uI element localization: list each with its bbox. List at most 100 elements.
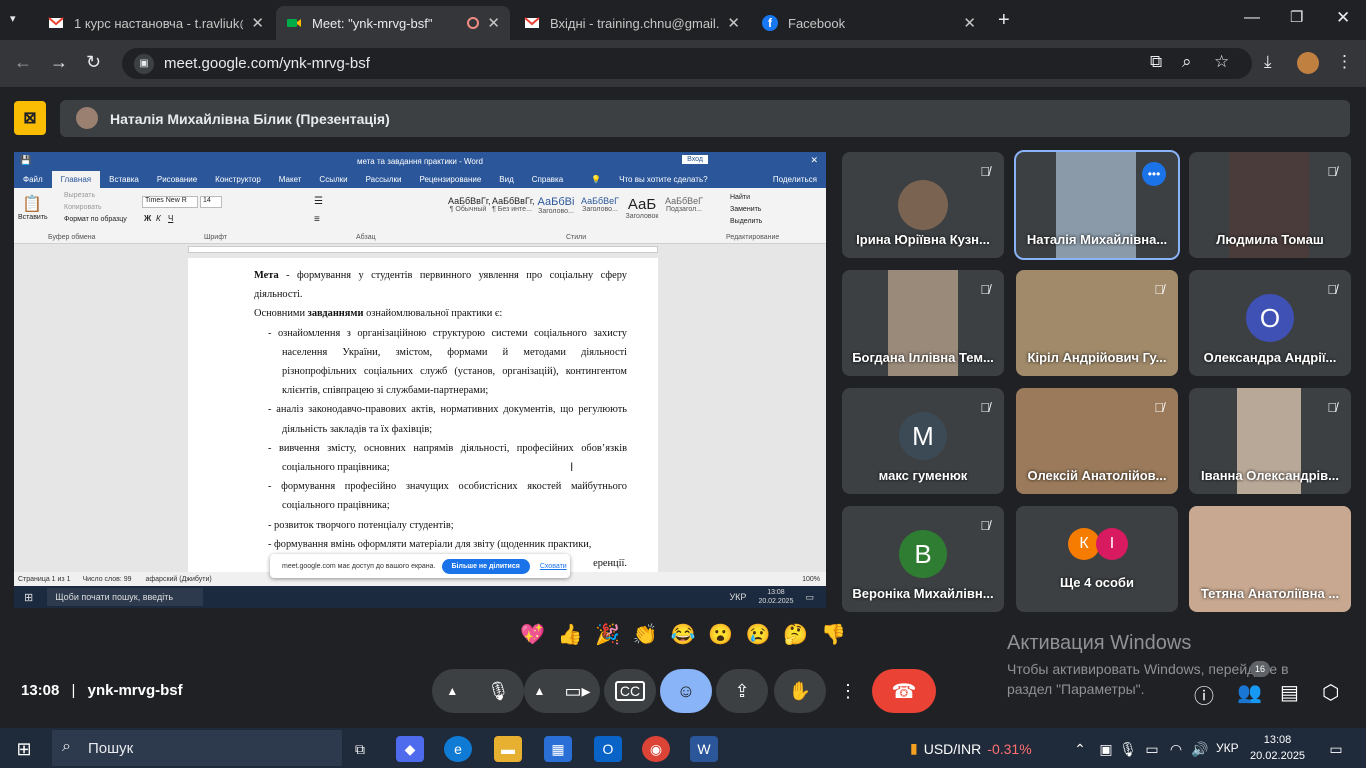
stop-sharing-button[interactable]: Більше не ділитися — [441, 558, 530, 574]
word-tab[interactable]: Рассылки — [357, 175, 411, 184]
camera-control[interactable]: ▲ ▭▸ — [524, 669, 600, 713]
activities-icon[interactable]: ⬡ — [1322, 680, 1339, 705]
people-icon[interactable]: 👥 — [1237, 680, 1262, 705]
bullets-icon[interactable]: ☰ — [314, 196, 323, 207]
end-call-button[interactable]: ☎ — [872, 669, 936, 713]
reaction-surprised[interactable]: 😮 — [708, 622, 733, 654]
align-icon[interactable]: ≡ — [314, 214, 320, 225]
reaction-party[interactable]: 🎉 — [595, 622, 620, 654]
reaction-clap[interactable]: 👏 — [633, 622, 658, 654]
format-painter-label[interactable]: Формат по образцу — [64, 216, 127, 223]
forward-icon[interactable]: → — [50, 52, 68, 73]
style-no-spacing[interactable]: АаБбВвГг, ¶ Без инте... — [492, 196, 535, 228]
file-explorer-icon[interactable]: ▬ — [494, 736, 522, 762]
menu-kebab-icon[interactable]: ⋮ — [1336, 52, 1353, 72]
volume-icon[interactable]: 🔊 — [1186, 736, 1214, 762]
raise-hand-button[interactable]: ✋ — [774, 669, 826, 713]
reaction-thinking[interactable]: 🤔 — [783, 622, 808, 654]
underline-icon[interactable]: Ч — [168, 214, 173, 223]
notifications-icon[interactable]: ▭ — [1322, 736, 1350, 762]
reactions-button[interactable]: ☺ — [660, 669, 712, 713]
participant-tile[interactable]: В 🎙̸ Вероніка Михайлівн... — [842, 506, 1004, 612]
reaction-laugh[interactable]: 😂 — [671, 622, 696, 654]
word-tab[interactable]: Конструктор — [206, 175, 270, 184]
store-icon[interactable]: ▦ — [544, 736, 572, 762]
keyboard-language[interactable]: УКР — [1216, 741, 1239, 755]
close-icon[interactable]: ✕ — [963, 14, 976, 32]
edge-icon[interactable]: e — [444, 736, 472, 762]
word-tab[interactable]: Ссылки — [310, 175, 356, 184]
reaction-sad[interactable]: 😢 — [746, 622, 771, 654]
window-close-icon[interactable]: ✕ — [1336, 8, 1350, 28]
translate-icon[interactable]: ⧉ — [1150, 52, 1162, 72]
reload-icon[interactable]: ↻ — [86, 52, 101, 73]
windows-start-icon[interactable]: ⊞ — [10, 736, 38, 762]
reaction-heart[interactable]: 💖 — [520, 622, 545, 654]
stop-presenting-icon[interactable]: ⊠ — [14, 101, 46, 135]
style-heading-2[interactable]: АаБбВеГ Заголово... — [580, 196, 620, 228]
tell-me-box[interactable]: Что вы хотите сделать? — [610, 175, 716, 184]
word-tab[interactable]: Макет — [270, 175, 311, 184]
font-size-box[interactable]: 14 — [200, 196, 222, 208]
word-tab[interactable]: Вид — [490, 175, 522, 184]
tab-search-icon[interactable]: ▾ — [10, 12, 16, 25]
style-heading-1[interactable]: АаБбВі Заголово... — [536, 196, 576, 228]
participant-tile[interactable]: 🎙̸ Олексій Анатолійов... — [1016, 388, 1178, 494]
chevron-up-icon[interactable]: ▲ — [446, 684, 458, 698]
paste-icon[interactable]: 📋 — [22, 194, 42, 214]
tab-gmail-1[interactable]: 1 курс настановча - t.ravliuk@ ✕ — [38, 6, 274, 40]
find-button[interactable]: Найти — [730, 194, 750, 201]
minimize-icon[interactable]: — — [1244, 9, 1260, 27]
captions-button[interactable]: CC — [604, 669, 656, 713]
font-name-box[interactable]: Times New R — [142, 196, 198, 208]
italic-icon[interactable]: К — [156, 214, 161, 223]
new-tab-icon[interactable]: + — [998, 9, 1010, 32]
microphone-icon[interactable]: 🎙 — [487, 681, 510, 702]
bookmark-star-icon[interactable]: ☆ — [1214, 52, 1229, 72]
address-bar[interactable]: ▣ meet.google.com/ynk-mrvg-bsf — [122, 48, 1252, 79]
download-icon[interactable]: ⤓ — [1264, 52, 1272, 72]
taskbar-search[interactable]: ⌕ Пошук — [52, 730, 342, 766]
chrome-icon[interactable]: ◉ — [642, 736, 670, 762]
participant-tile[interactable]: 🎙̸ Ірина Юріївна Кузн... — [842, 152, 1004, 258]
reaction-thumbs-down[interactable]: 👎 — [821, 622, 846, 654]
word-save-icon[interactable]: 💾 — [20, 155, 31, 166]
chat-icon[interactable]: ▤ — [1280, 680, 1299, 705]
word-tab[interactable]: Рисование — [148, 175, 206, 184]
system-clock[interactable]: 13:08 20.02.2025 — [1250, 732, 1305, 764]
present-button[interactable]: ⇪ — [716, 669, 768, 713]
tray-chevron-icon[interactable]: ⌃ — [1066, 736, 1094, 762]
style-title[interactable]: АаБ Заголовок — [622, 196, 662, 228]
replace-button[interactable]: Заменить — [730, 206, 761, 213]
participant-tile[interactable]: 🎙̸ Іванна Олександрів... — [1189, 388, 1351, 494]
word-share[interactable]: Поделиться — [764, 175, 826, 184]
more-options-button[interactable]: ⋮ — [830, 669, 866, 713]
participant-tile[interactable]: Тетяна Анатоліївна ... — [1189, 506, 1351, 612]
close-icon[interactable]: ✕ — [727, 14, 740, 32]
word-tab[interactable]: Вставка — [100, 175, 148, 184]
back-icon[interactable]: ← — [14, 52, 32, 73]
profile-avatar[interactable] — [1297, 52, 1319, 74]
tab-facebook[interactable]: f Facebook ✕ — [752, 6, 986, 40]
tab-gmail-2[interactable]: Вхідні - training.chnu@gmail.co ✕ — [514, 6, 750, 40]
style-normal[interactable]: АаБбВвГг, ¶ Обычный — [448, 196, 491, 228]
participant-tile[interactable]: 🎙̸ Людмила Томаш — [1189, 152, 1351, 258]
close-icon[interactable]: ✕ — [487, 14, 500, 32]
outlook-icon[interactable]: O — [594, 736, 622, 762]
word-signin[interactable]: Вход — [682, 155, 708, 164]
close-icon[interactable]: ✕ — [251, 14, 264, 32]
camera-icon[interactable]: ▭▸ — [564, 681, 590, 702]
more-participants-tile[interactable]: К І Ще 4 особи — [1016, 506, 1178, 612]
word-tab-active[interactable]: Главная — [51, 170, 101, 188]
info-icon[interactable]: ⓘ — [1194, 680, 1214, 709]
copy-label[interactable]: Копировать — [64, 204, 102, 211]
word-tab[interactable]: Рецензирование — [411, 175, 491, 184]
reaction-thumbs-up[interactable]: 👍 — [558, 622, 583, 654]
tab-meet[interactable]: Meet: "ynk-mrvg-bsf" ✕ — [276, 6, 510, 40]
word-tab[interactable]: Справка — [523, 175, 572, 184]
hide-notice-link[interactable]: Сховати — [540, 563, 567, 570]
bold-icon[interactable]: Ж — [144, 214, 151, 223]
mic-control[interactable]: ▲ 🎙 — [432, 669, 524, 713]
participant-tile[interactable]: 🎙̸ Кіріл Андрійович Гу... — [1016, 270, 1178, 376]
style-subtitle[interactable]: АаБбВеГ Подзагол... — [664, 196, 704, 228]
